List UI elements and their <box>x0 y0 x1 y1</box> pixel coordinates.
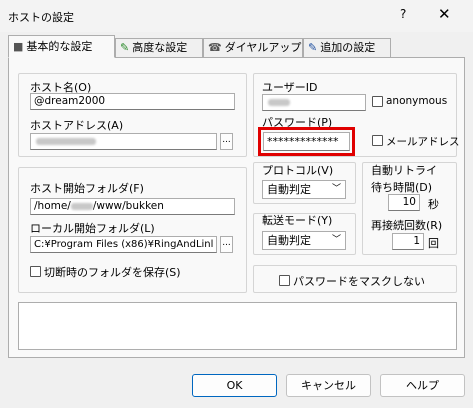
transfer-mode-select[interactable]: 自動判定 ﹀ <box>262 231 346 250</box>
host-address-browse-button[interactable]: ... <box>220 133 233 150</box>
redacted-text <box>36 137 96 145</box>
tab-label: ダイヤルアップ <box>224 41 302 54</box>
settings-sheet-icon: ■ <box>13 40 24 53</box>
tab-label: 高度な設定 <box>132 41 188 54</box>
user-id-input[interactable] <box>262 94 366 111</box>
host-name-input[interactable]: @dream2000 <box>30 93 235 110</box>
show-password-label: メールアドレス <box>386 136 460 148</box>
host-address-label: ホストアドレス(A) <box>30 119 124 132</box>
pen-icon: ✎ <box>308 41 318 54</box>
retry-wait-unit: 秒 <box>428 198 439 211</box>
local-folder-browse-button[interactable]: ... <box>220 236 233 253</box>
tab-basic-settings[interactable]: ■ 基本的な設定 <box>8 35 115 58</box>
protocol-value: 自動判定 <box>267 183 311 196</box>
protocol-select[interactable]: 自動判定 ﹀ <box>262 180 346 199</box>
host-folder-label: ホスト開始フォルダ(F) <box>30 182 144 195</box>
protocol-label: プロトコル(V) <box>262 164 334 177</box>
help-button[interactable]: ヘルプ <box>380 374 465 397</box>
host-folder-input[interactable]: /home/ /www/bukken <box>30 198 235 215</box>
cancel-button[interactable]: キャンセル <box>286 374 371 397</box>
tab-label: 追加の設定 <box>320 41 376 54</box>
retry-wait-input[interactable]: 10 <box>388 194 420 211</box>
retry-count-label: 再接続回数(R) <box>371 219 443 232</box>
retry-count-unit: 回 <box>428 237 439 250</box>
help-title-button[interactable]: ? <box>400 7 406 21</box>
retry-count-input[interactable]: 1 <box>392 233 424 250</box>
user-id-label: ユーザーID <box>262 81 318 94</box>
save-folder-label: 切断時のフォルダを保存(S) <box>44 266 181 279</box>
tab-dialup[interactable]: ☎ ダイヤルアップ <box>203 38 303 57</box>
host-address-input[interactable] <box>30 133 217 150</box>
show-password-checkbox[interactable] <box>372 135 383 146</box>
retry-label: 自動リトライ <box>371 164 437 177</box>
transfer-mode-label: 転送モード(Y) <box>262 214 333 227</box>
local-folder-input[interactable]: C:¥Program Files (x86)¥RingAndLinl <box>30 236 217 253</box>
save-folder-checkbox[interactable] <box>30 266 41 277</box>
tab-label: 基本的な設定 <box>26 40 93 53</box>
comment-textarea[interactable] <box>18 302 457 350</box>
ok-button[interactable]: OK <box>192 374 277 397</box>
transfer-mode-value: 自動判定 <box>267 234 311 247</box>
mask-password-checkbox[interactable] <box>279 275 290 286</box>
pencil-icon: ✎ <box>120 41 130 54</box>
chevron-down-icon: ﹀ <box>331 235 341 245</box>
mask-password-label: パスワードをマスクしない <box>293 275 425 288</box>
anonymous-label: anonymous <box>386 95 448 107</box>
password-input[interactable]: ************* <box>263 132 350 151</box>
anonymous-checkbox[interactable] <box>372 96 383 107</box>
retry-wait-label: 待ち時間(D) <box>371 181 433 194</box>
redacted-text <box>268 98 290 106</box>
redacted-text <box>70 202 93 210</box>
phone-icon: ☎ <box>208 41 222 54</box>
tab-advanced-settings[interactable]: ✎ 高度な設定 <box>115 38 203 57</box>
window-title: ホストの設定 <box>8 11 74 24</box>
close-button[interactable]: ✕ <box>438 5 451 23</box>
host-folder-value-end: /www/bukken <box>92 200 164 212</box>
chevron-down-icon: ﹀ <box>331 184 341 194</box>
local-folder-label: ローカル開始フォルダ(L) <box>30 222 155 235</box>
host-folder-value-start: /home/ <box>34 200 71 212</box>
tab-additional-settings[interactable]: ✎ 追加の設定 <box>303 38 391 57</box>
